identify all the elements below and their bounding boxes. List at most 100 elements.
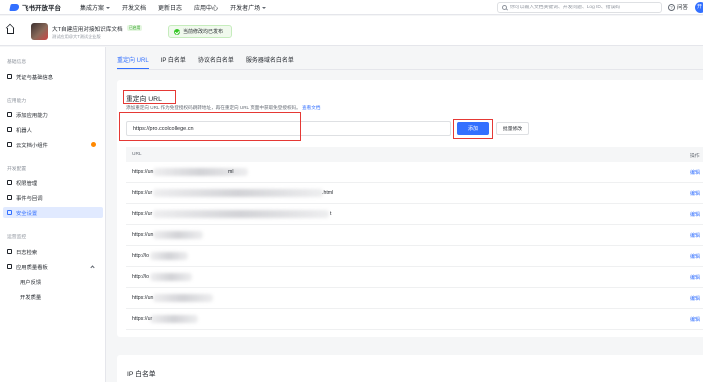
- row-url: https://ur: [132, 211, 153, 217]
- nav-dev-square[interactable]: 开发者广场: [230, 3, 267, 12]
- search-icon: [502, 5, 507, 10]
- notification-dot: [91, 142, 96, 147]
- sidebar-item-label: 开发质量: [20, 294, 42, 301]
- edit-link[interactable]: 编辑: [690, 190, 700, 197]
- sidebar-item-security[interactable]: 安全设置: [3, 207, 103, 218]
- tab-ip-whitelist[interactable]: IP 白名单: [161, 55, 186, 69]
- grid-plus-icon: [7, 112, 12, 117]
- search-input[interactable]: [510, 5, 660, 10]
- publish-notice: 当前修改均已发布: [168, 25, 233, 38]
- top-bar: 飞书开放平台 集成方案 开发文档 更新日志 应用中心 开发者广场 ? 问答 开: [0, 0, 703, 15]
- brand-logo[interactable]: 飞书开放平台: [9, 2, 72, 12]
- row-url: https://ur: [132, 190, 153, 196]
- column-actions: 操作: [690, 154, 700, 159]
- sidebar-item-dev-quality[interactable]: 开发质量: [3, 291, 103, 302]
- sidebar-item-log-search[interactable]: 日志检索: [3, 246, 103, 257]
- row-url: http://lo: [132, 253, 150, 259]
- tab-protocol-whitelist[interactable]: 协议名白名单: [198, 55, 234, 69]
- edit-link[interactable]: 编辑: [690, 274, 700, 281]
- redacted-text: [150, 273, 192, 281]
- dashboard-icon: [7, 264, 12, 269]
- redirect-url-description: 添加重定向 URL 作为免登授权码跳转地址，再在重定向 URL 页面中获取免登授…: [126, 105, 321, 110]
- row-url: http://lo: [132, 274, 150, 280]
- search-box: [497, 2, 662, 13]
- ip-whitelist-title: IP 白名单: [127, 371, 156, 378]
- sidebar-item-credentials[interactable]: 凭证与基础信息: [3, 71, 103, 82]
- edit-link[interactable]: 编辑: [690, 295, 700, 302]
- home-icon[interactable]: [7, 28, 14, 34]
- nav-docs[interactable]: 开发文档: [122, 3, 146, 12]
- highlight-box: [453, 119, 493, 139]
- nav-solutions[interactable]: 集成方案: [80, 3, 111, 12]
- sidebar-item-user-feedback[interactable]: 用户反馈: [3, 276, 103, 287]
- tab-redirect-url[interactable]: 重定向 URL: [117, 55, 149, 69]
- sidebar-item-doc-widget[interactable]: 云文档小组件: [3, 139, 103, 150]
- sidebar-item-label: 日志检索: [16, 249, 38, 256]
- sidebar-group-capability: 应用能力: [7, 99, 27, 104]
- edit-link[interactable]: 编辑: [690, 316, 700, 323]
- sidebar-group-monitoring: 运营监控: [7, 235, 27, 240]
- sidebar-item-bot[interactable]: 机器人: [3, 124, 103, 135]
- redacted-text: [153, 210, 329, 218]
- table-row: https://ur t 编辑: [126, 204, 703, 225]
- sidebar-group-dev-config: 开发配置: [7, 167, 27, 172]
- sidebar-item-permissions[interactable]: 权限管理: [3, 177, 103, 188]
- row-url: https://un: [132, 169, 154, 175]
- sidebar-group-basic: 基础信息: [7, 60, 27, 65]
- app-status-badge: 已启用: [127, 25, 143, 31]
- column-url: URL: [132, 152, 142, 157]
- app-icon: [31, 23, 48, 40]
- edit-link[interactable]: 编辑: [690, 211, 700, 218]
- doc-widget-icon: [7, 142, 12, 147]
- chevron-down-icon: [106, 6, 111, 9]
- feishu-logo-icon: [9, 3, 20, 11]
- redacted-text: [153, 231, 203, 239]
- sidebar-item-label: 事件与回调: [16, 195, 43, 202]
- table-row: https://un 编辑: [126, 288, 703, 309]
- table-row: https://ur .html 编辑: [126, 183, 703, 204]
- table-row: https://un 编辑: [126, 225, 703, 246]
- highlight-box: [119, 112, 301, 141]
- event-icon: [7, 195, 12, 200]
- tab-domain-whitelist[interactable]: 服务器域名白名单: [246, 55, 294, 69]
- chevron-up-icon: [90, 265, 95, 270]
- url-table-header: URL 操作: [126, 147, 703, 162]
- row-url: https://un: [132, 232, 154, 238]
- avatar[interactable]: 开: [695, 2, 703, 13]
- redacted-text: [153, 168, 248, 176]
- app-description: 测试应用@大T测试企业版: [52, 34, 101, 39]
- sidebar-item-label: 添加应用能力: [16, 112, 48, 119]
- sidebar-item-label: 机器人: [16, 127, 32, 134]
- view-docs-link[interactable]: 查看文档: [302, 105, 320, 110]
- sidebar-item-events[interactable]: 事件与回调: [3, 192, 103, 203]
- help-button[interactable]: ? 问答: [668, 3, 688, 11]
- batch-edit-button[interactable]: 批量修改: [496, 122, 529, 135]
- sidebar-item-label: 凭证与基础信息: [16, 74, 54, 81]
- app-header: 大T自建应用对接知识库文档 已启用 测试应用@大T测试企业版 当前修改均已发布: [0, 16, 703, 46]
- row-url-suffix: t: [330, 211, 332, 217]
- app-name: 大T自建应用对接知识库文档: [52, 27, 123, 33]
- redacted-text: [150, 252, 188, 260]
- help-label: 问答: [677, 5, 689, 11]
- table-row: http://lo 编辑: [126, 267, 703, 288]
- table-row: https://ur 编辑: [126, 309, 703, 330]
- sidebar: 基础信息 凭证与基础信息 应用能力 添加应用能力 机器人 云文档小组件 开发配置…: [0, 47, 106, 382]
- chevron-down-icon: [262, 6, 267, 9]
- edit-link[interactable]: 编辑: [690, 253, 700, 260]
- question-icon: ?: [668, 3, 675, 11]
- edit-link[interactable]: 编辑: [690, 169, 700, 176]
- sidebar-item-quality-board[interactable]: 应用质量看板: [3, 261, 103, 272]
- sidebar-item-add-capability[interactable]: 添加应用能力: [3, 109, 103, 120]
- nav-app-center[interactable]: 应用中心: [194, 3, 218, 12]
- log-icon: [7, 249, 12, 254]
- row-url-suffix: .html: [322, 190, 334, 196]
- nav-changelog[interactable]: 更新日志: [158, 3, 182, 12]
- ip-whitelist-card: [117, 355, 703, 382]
- top-nav: 集成方案 开发文档 更新日志 应用中心 开发者广场: [80, 3, 267, 12]
- security-tabs: 重定向 URL IP 白名单 协议名白名单 服务器域名白名单: [117, 55, 294, 69]
- edit-link[interactable]: 编辑: [690, 232, 700, 239]
- table-row: http://lo 编辑: [126, 246, 703, 267]
- key-icon: [7, 180, 12, 185]
- redacted-text: [150, 315, 198, 323]
- sidebar-item-label: 安全设置: [16, 210, 38, 217]
